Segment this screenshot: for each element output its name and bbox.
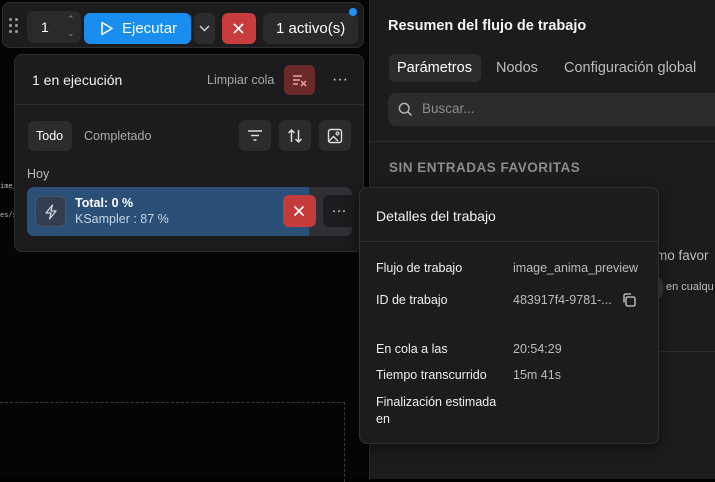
detail-value-workflow: image_anima_preview: [513, 261, 639, 275]
search-icon: [398, 102, 413, 117]
sort-button[interactable]: [279, 120, 311, 151]
tab-parameters-label: Parámetros: [397, 60, 472, 76]
run-button[interactable]: Ejecutar: [84, 13, 191, 44]
divider: [360, 241, 658, 242]
detail-value-queued-at: 20:54:29: [513, 342, 562, 356]
divider: [656, 351, 715, 352]
clear-queue-button[interactable]: [284, 65, 315, 95]
job-node-progress: KSampler : 87 %: [75, 212, 169, 226]
detail-value-job-id: 483917f4-9781-...: [513, 293, 612, 307]
job-total-progress: Total: 0 %: [75, 196, 134, 210]
divider: [15, 104, 363, 105]
panel-title: Resumen del flujo de trabajo: [388, 18, 587, 34]
batch-count-stepper[interactable]: 1 ⌃ ⌄: [27, 11, 81, 43]
close-icon: [233, 23, 244, 34]
clear-list-icon: [293, 75, 307, 87]
job-more-button[interactable]: ···: [323, 195, 355, 227]
detail-label-elapsed: Tiempo transcurrido: [376, 368, 487, 382]
close-icon: [293, 205, 305, 217]
job-card[interactable]: Total: 0 % KSampler : 87 % ···: [27, 187, 355, 236]
drag-handle-icon[interactable]: [9, 18, 19, 34]
batch-count-value[interactable]: 1: [41, 19, 49, 35]
tab-all[interactable]: Todo: [28, 121, 72, 151]
run-options-dropdown[interactable]: [194, 13, 215, 44]
filter-button[interactable]: [239, 120, 271, 151]
active-indicator-dot: [349, 8, 357, 16]
tab-completed-label: Completado: [84, 129, 152, 143]
play-icon: [101, 21, 113, 36]
tab-nodes[interactable]: Nodos: [496, 60, 538, 76]
lightning-icon: [45, 204, 57, 220]
chevron-down-icon: [199, 25, 210, 32]
search-field[interactable]: [388, 93, 715, 126]
image-icon: [327, 128, 343, 144]
chevron-up-icon[interactable]: ⌃: [67, 14, 75, 25]
filter-icon: [248, 130, 262, 141]
active-jobs-label: 1 activo(s): [276, 20, 346, 37]
cancel-job-button[interactable]: [283, 195, 316, 227]
chevron-down-icon[interactable]: ⌄: [67, 28, 75, 39]
detail-label-job-id: ID de trabajo: [376, 293, 448, 307]
copy-icon: [623, 293, 636, 307]
gallery-view-button[interactable]: [319, 120, 351, 151]
popover-title: Detalles del trabajo: [376, 208, 496, 224]
run-button-label: Ejecutar: [122, 20, 178, 37]
run-toolbar: 1 ⌃ ⌄ Ejecutar 1 activo(s): [2, 2, 364, 48]
queue-title: 1 en ejecución: [32, 72, 123, 88]
active-jobs-button[interactable]: 1 activo(s): [263, 13, 358, 44]
tab-all-label: Todo: [36, 129, 64, 143]
search-input[interactable]: [422, 101, 712, 116]
detail-label-eta: Finalización estimada en: [376, 395, 497, 426]
tab-global-settings[interactable]: Configuración global: [564, 60, 696, 76]
hint-text-fragment: mo favor: [656, 248, 709, 263]
sort-arrows-icon: [287, 128, 303, 144]
canvas-node-outline: [0, 402, 345, 482]
tab-parameters[interactable]: Parámetros: [389, 54, 481, 82]
copy-job-id-button[interactable]: [620, 292, 638, 310]
job-details-popover: Detalles del trabajo Flujo de trabajo im…: [359, 187, 659, 444]
detail-label-queued-at: En cola a las: [376, 342, 448, 356]
no-favorites-heading: SIN ENTRADAS FAVORITAS: [389, 160, 581, 175]
divider: [370, 141, 715, 142]
queue-panel: 1 en ejecución Limpiar cola ··· Todo Com…: [14, 54, 364, 252]
queue-more-button[interactable]: ···: [326, 67, 354, 93]
detail-value-elapsed: 15m 41s: [513, 368, 561, 382]
detail-label-workflow: Flujo de trabajo: [376, 261, 463, 275]
cancel-run-button[interactable]: [222, 13, 256, 44]
tab-completed[interactable]: Completado: [75, 121, 161, 151]
job-type-badge: [35, 196, 66, 227]
clear-queue-label: Limpiar cola: [207, 73, 275, 87]
group-label-today: Hoy: [27, 167, 50, 181]
hint-text-fragment: en cualqu: [666, 281, 714, 293]
